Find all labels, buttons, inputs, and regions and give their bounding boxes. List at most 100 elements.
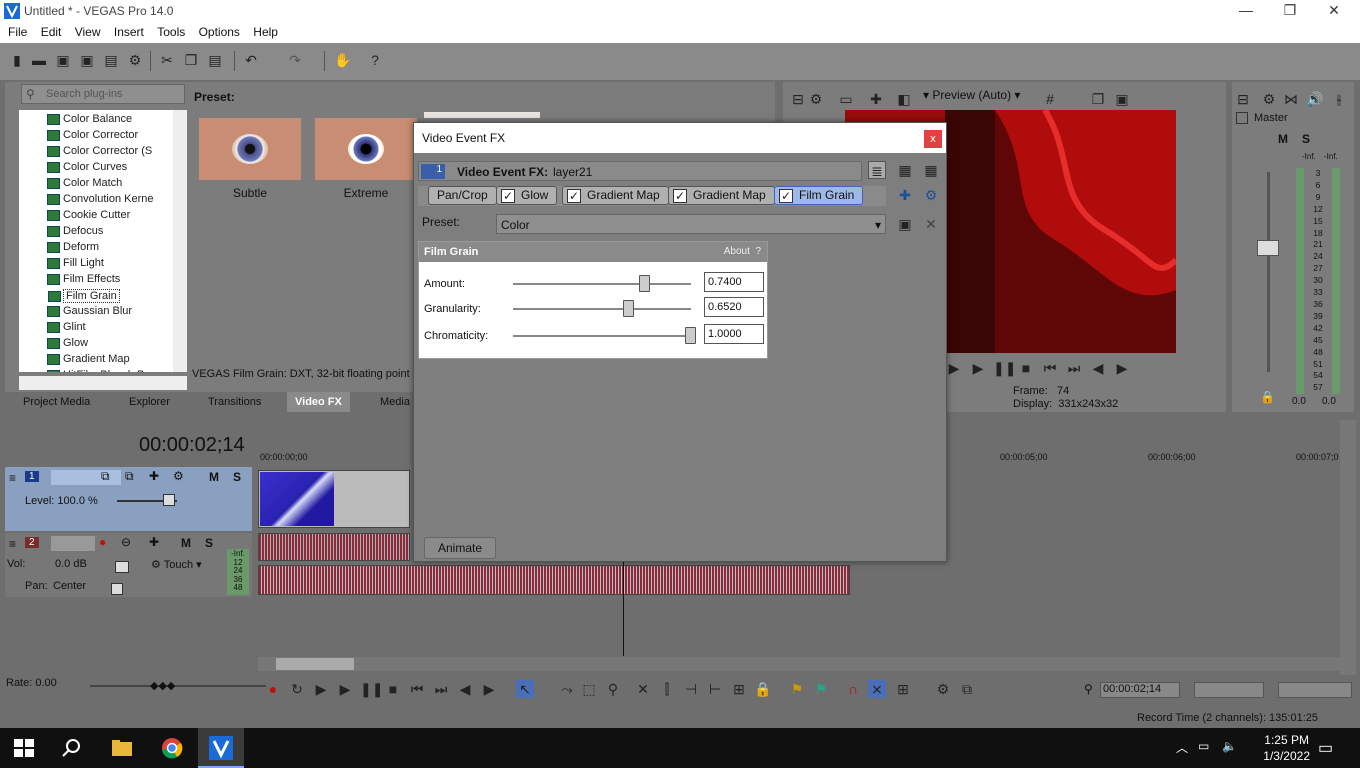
- chain-gradient-map-1[interactable]: ✓ Gradient Map: [562, 186, 669, 205]
- mute-button[interactable]: M: [209, 470, 219, 484]
- timeline-scroll-thumb[interactable]: [276, 658, 354, 670]
- param-slider-knob[interactable]: [623, 300, 635, 317]
- split-icon[interactable]: ⊞: [730, 680, 748, 698]
- track-name-field[interactable]: [51, 536, 95, 551]
- network-icon[interactable]: ▭: [1198, 739, 1209, 753]
- grid-icon[interactable]: #: [1041, 90, 1059, 108]
- save-snapshot-icon[interactable]: ▣: [1113, 90, 1131, 108]
- external-monitor-icon[interactable]: ▭: [837, 90, 855, 108]
- marker-icon[interactable]: ⚑: [788, 680, 806, 698]
- tab-project-media[interactable]: Project Media: [23, 396, 90, 408]
- menu-tools[interactable]: Tools: [149, 23, 185, 39]
- plugin-item[interactable]: Deform: [47, 241, 99, 253]
- plugin-item[interactable]: Color Corrector (S: [47, 145, 152, 157]
- plugin-item[interactable]: Color Balance: [47, 113, 132, 125]
- preview-menu-icon[interactable]: ⊟: [789, 90, 807, 108]
- vegas-taskbar-button[interactable]: [198, 728, 244, 768]
- pause-icon[interactable]: ❚❚: [360, 680, 383, 698]
- about-link[interactable]: About ?: [724, 246, 761, 257]
- chain-gradient-map-2[interactable]: ✓ Gradient Map: [668, 186, 775, 205]
- trim-end-icon[interactable]: ⊢: [706, 680, 724, 698]
- list-view-icon[interactable]: ≣: [868, 161, 886, 179]
- copy-icon[interactable]: ❐: [182, 51, 200, 69]
- paste-icon[interactable]: ▤: [206, 51, 224, 69]
- selection-tool-icon[interactable]: ⬚: [580, 680, 598, 698]
- mask-icon[interactable]: ⧉: [101, 469, 110, 484]
- play-icon[interactable]: ▶: [336, 680, 354, 698]
- video-event[interactable]: [258, 470, 410, 528]
- dialog-close-button[interactable]: x: [924, 130, 942, 148]
- fx-icon[interactable]: ⚙: [173, 469, 184, 483]
- vol-slider[interactable]: [115, 561, 129, 573]
- preset-dropdown[interactable]: Color ▾: [496, 214, 886, 234]
- go-to-start-icon[interactable]: ⏮: [408, 680, 426, 698]
- stop-icon[interactable]: ■: [1017, 359, 1035, 377]
- volume-icon[interactable]: 🔈: [1222, 739, 1237, 753]
- chain-film-grain[interactable]: ✓ Film Grain: [774, 186, 864, 205]
- preset-thumb-extreme[interactable]: [315, 118, 417, 180]
- tab-transitions[interactable]: Transitions: [208, 396, 261, 408]
- undo-icon[interactable]: ↶: [242, 51, 260, 69]
- chrome-icon[interactable]: [160, 736, 184, 760]
- timeline-scrollbar[interactable]: [258, 657, 1340, 671]
- param-value-input[interactable]: 0.7400: [704, 272, 764, 292]
- prev-frame-icon[interactable]: ⏮: [1041, 359, 1059, 377]
- next-frame-icon[interactable]: ⏭: [1065, 359, 1083, 377]
- ripple-edit-icon[interactable]: ⊞: [894, 680, 912, 698]
- prev-frame-icon[interactable]: ◀: [456, 680, 474, 698]
- open-icon[interactable]: ▬: [30, 51, 48, 69]
- chain-glow[interactable]: ✓ Glow: [496, 186, 558, 205]
- plugin-item[interactable]: Defocus: [47, 225, 103, 237]
- checkbox-icon[interactable]: ✓: [779, 189, 793, 203]
- normal-edit-tool-icon[interactable]: ↖: [516, 680, 534, 698]
- tab-video-fx[interactable]: Video FX: [287, 392, 350, 412]
- plugin-item[interactable]: Convolution Kerne: [47, 193, 154, 205]
- save-icon[interactable]: ▣: [54, 51, 72, 69]
- automation-icon[interactable]: ✋: [334, 51, 352, 69]
- minimize-button[interactable]: —: [1226, 2, 1266, 18]
- menu-insert[interactable]: Insert: [106, 23, 144, 39]
- search-icon[interactable]: [60, 736, 84, 760]
- plug-in-chain-icon[interactable]: ✚: [896, 186, 914, 204]
- checkbox-icon[interactable]: ✓: [501, 189, 515, 203]
- tree-vertical-scrollbar[interactable]: [173, 110, 187, 372]
- trim-icon[interactable]: ⫿: [658, 680, 676, 698]
- pan-slider[interactable]: [111, 583, 123, 595]
- grid-view-icon[interactable]: ▦: [896, 161, 914, 179]
- cut-icon[interactable]: ✂: [158, 51, 176, 69]
- tab-explorer[interactable]: Explorer: [129, 396, 170, 408]
- tile-view-icon[interactable]: ▦: [922, 161, 940, 179]
- properties-icon[interactable]: ⚙: [126, 51, 144, 69]
- fx-icon[interactable]: ✚: [149, 535, 159, 549]
- automation-touch[interactable]: ⚙ Touch ▾: [151, 558, 202, 571]
- plugin-item[interactable]: Glow: [47, 337, 88, 349]
- pause-icon[interactable]: ❚❚: [993, 359, 1016, 377]
- chain-pan-crop[interactable]: Pan/Crop: [428, 186, 497, 205]
- audio-event-upper[interactable]: [258, 533, 410, 561]
- video-track-header[interactable]: ≡ 1 ⧉ ⧉ ✚ ⚙ M S Level: 100.0 %: [5, 467, 252, 531]
- ignore-grouping-icon[interactable]: ⧉: [958, 680, 976, 698]
- redo-icon[interactable]: ↷: [286, 51, 304, 69]
- audio-event-lower[interactable]: [258, 565, 850, 595]
- mute-button[interactable]: M: [181, 536, 191, 550]
- copy-snapshot-icon[interactable]: ❐: [1089, 90, 1107, 108]
- delete-icon[interactable]: ✕: [634, 680, 652, 698]
- step-back-icon[interactable]: ◀: [1089, 359, 1107, 377]
- bypass-icon[interactable]: ⋈: [1282, 90, 1300, 108]
- animate-button[interactable]: Animate: [424, 537, 496, 559]
- save-preset-icon[interactable]: ▣: [896, 215, 914, 233]
- lock-icon[interactable]: 🔒: [754, 680, 772, 698]
- step-forward-icon[interactable]: ▶: [1113, 359, 1131, 377]
- windows-start-icon[interactable]: [12, 736, 36, 760]
- composite-icon[interactable]: ⧉: [125, 469, 134, 484]
- selection-length-field[interactable]: [1278, 682, 1352, 698]
- mixer-icon[interactable]: ⫳: [1330, 90, 1348, 108]
- delete-preset-icon[interactable]: ✕: [922, 215, 940, 233]
- speaker-icon[interactable]: 🔊: [1306, 90, 1324, 108]
- plugin-item[interactable]: Film Grain: [48, 289, 120, 303]
- plugin-item[interactable]: Film Effects: [47, 273, 120, 285]
- param-slider-knob[interactable]: [685, 327, 696, 344]
- menu-help[interactable]: Help: [245, 23, 278, 39]
- help-icon[interactable]: ?: [366, 51, 384, 69]
- menu-file[interactable]: File: [0, 23, 27, 39]
